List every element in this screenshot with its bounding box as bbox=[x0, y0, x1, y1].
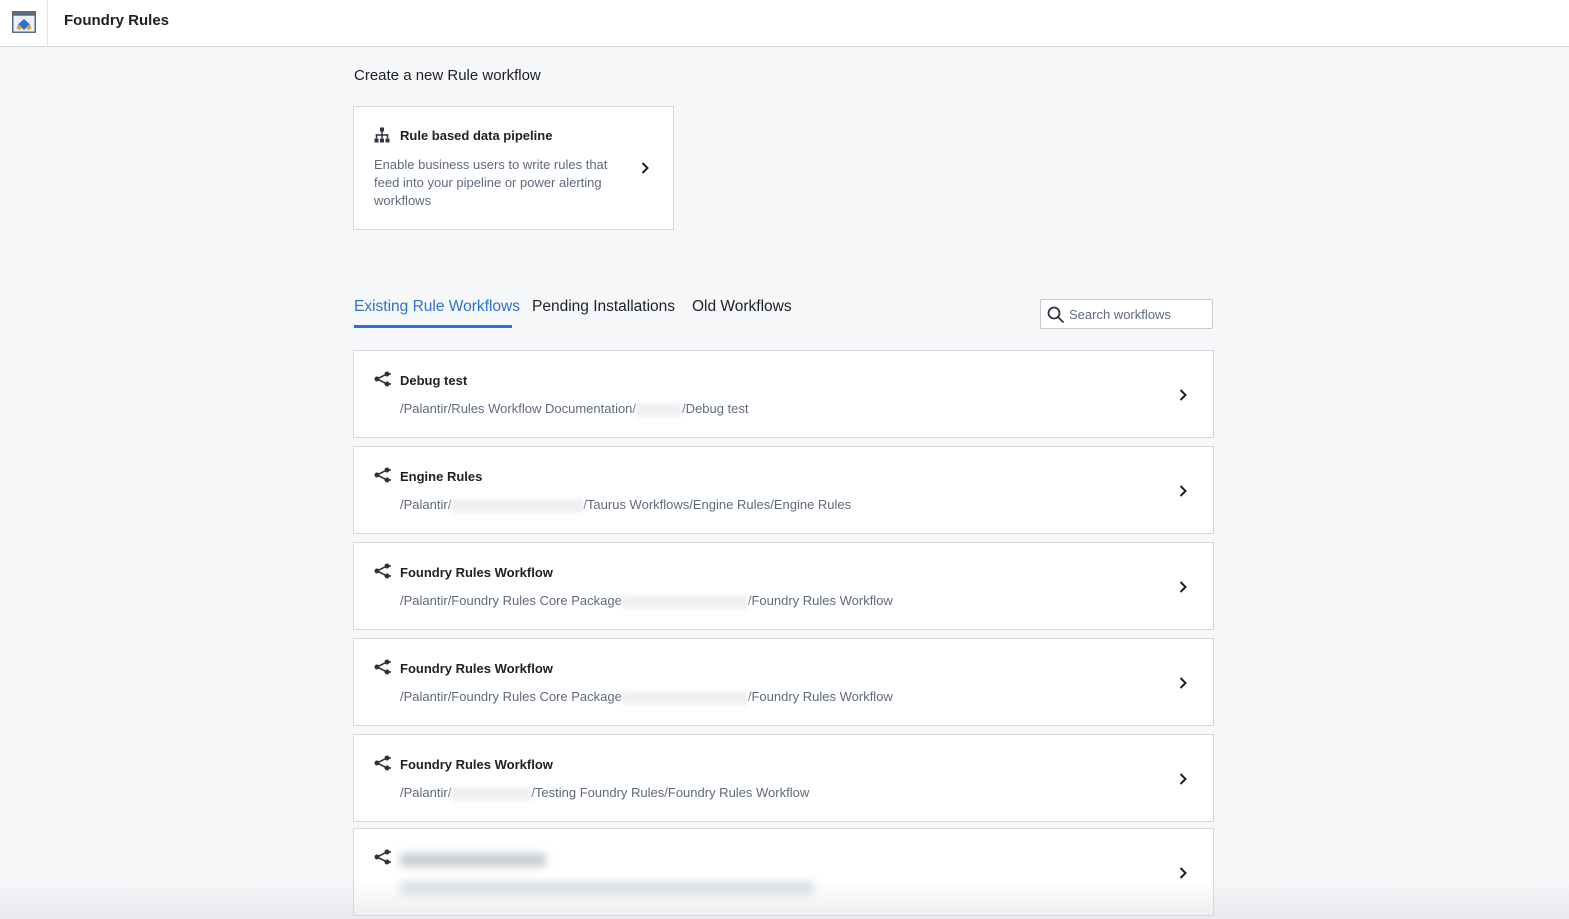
tab-old-workflows[interactable]: Old Workflows bbox=[692, 298, 792, 316]
chevron-right-icon bbox=[641, 162, 649, 174]
search-icon bbox=[1047, 306, 1064, 323]
search-input[interactable] bbox=[1069, 304, 1207, 324]
workflow-title: Engine Rules bbox=[400, 469, 483, 484]
search-box[interactable] bbox=[1040, 299, 1213, 329]
workflow-path: /Palantir//Taurus Workflows/Engine Rules… bbox=[400, 497, 852, 513]
card-description: Enable business users to write rules tha… bbox=[374, 157, 608, 208]
workflow-title: Foundry Rules Workflow bbox=[400, 661, 553, 676]
chevron-right-icon bbox=[1179, 867, 1187, 879]
active-tab-indicator bbox=[354, 325, 512, 328]
workflow-title: Debug test bbox=[400, 373, 468, 388]
workflow-share-icon bbox=[374, 755, 391, 771]
workflow-card-foundry-rules-workflow[interactable]: Foundry Rules Workflow /Palantir/Foundry… bbox=[353, 542, 1214, 630]
workflow-path: /Palantir/Foundry Rules Core Package/Fou… bbox=[400, 593, 893, 609]
top-bar: Foundry Rules bbox=[0, 0, 1569, 47]
chevron-right-icon bbox=[1179, 389, 1187, 401]
card-title: Rule based data pipeline bbox=[400, 128, 553, 143]
workflow-share-icon bbox=[374, 849, 391, 865]
redacted-segment bbox=[451, 786, 532, 801]
chevron-right-icon bbox=[1179, 773, 1187, 785]
redacted-segment bbox=[451, 498, 584, 513]
workflow-share-icon bbox=[374, 467, 391, 483]
workflow-title-redacted bbox=[400, 851, 546, 867]
rule-based-pipeline-card[interactable]: Rule based data pipeline Enable business… bbox=[353, 106, 674, 230]
workflow-path-redacted bbox=[400, 879, 814, 895]
workflow-path: /Palantir/Rules Workflow Documentation//… bbox=[400, 401, 749, 417]
workflow-path: /Palantir//Testing Foundry Rules/Foundry… bbox=[400, 785, 810, 801]
create-workflow-heading: Create a new Rule workflow bbox=[354, 67, 541, 84]
workflow-share-icon bbox=[374, 563, 391, 579]
workflow-card-engine-rules[interactable]: Engine Rules /Palantir//Taurus Workflows… bbox=[353, 446, 1214, 534]
app-icon-button[interactable] bbox=[0, 0, 48, 46]
chevron-right-icon bbox=[1179, 581, 1187, 593]
app-title: Foundry Rules bbox=[64, 12, 170, 29]
tab-existing-rule-workflows[interactable]: Existing Rule Workflows bbox=[354, 298, 520, 316]
chevron-right-icon bbox=[1179, 485, 1187, 497]
chevron-right-icon bbox=[1179, 677, 1187, 689]
tab-pending-installations[interactable]: Pending Installations bbox=[532, 298, 675, 316]
redacted-segment bbox=[621, 690, 748, 705]
workflow-path: /Palantir/Foundry Rules Core Package/Fou… bbox=[400, 689, 893, 705]
workflow-share-icon bbox=[374, 371, 391, 387]
workflow-card-foundry-rules-workflow[interactable]: Foundry Rules Workflow /Palantir//Testin… bbox=[353, 734, 1214, 822]
workflow-title: Foundry Rules Workflow bbox=[400, 757, 553, 772]
workflow-title: Foundry Rules Workflow bbox=[400, 565, 553, 580]
workflow-card-foundry-rules-workflow[interactable]: Foundry Rules Workflow /Palantir/Foundry… bbox=[353, 638, 1214, 726]
redacted-segment bbox=[636, 402, 683, 417]
workflow-card-blurred[interactable] bbox=[353, 828, 1214, 916]
hierarchy-icon bbox=[374, 127, 390, 143]
redacted-segment bbox=[621, 594, 748, 609]
workflow-card-debug-test[interactable]: Debug test /Palantir/Rules Workflow Docu… bbox=[353, 350, 1214, 438]
foundry-rules-app-icon bbox=[12, 11, 36, 33]
workflow-share-icon bbox=[374, 659, 391, 675]
